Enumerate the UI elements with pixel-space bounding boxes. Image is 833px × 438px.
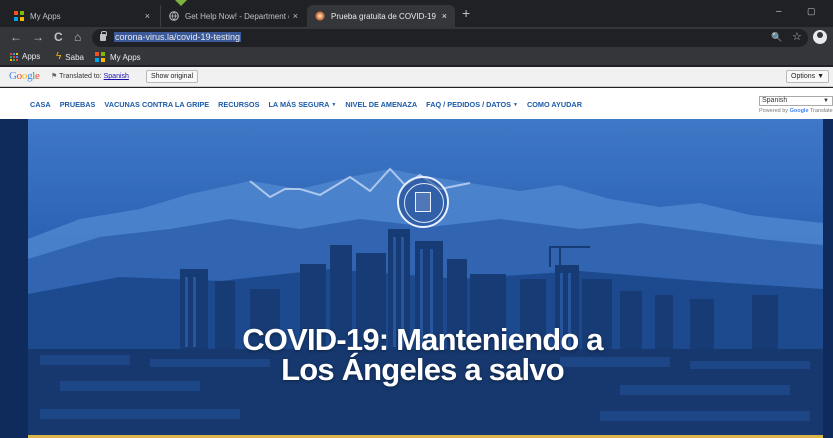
address-bar[interactable]: corona-virus.la/covid-19-testing 🔍 ☆ [92, 29, 808, 47]
close-tab-icon[interactable]: × [442, 11, 447, 21]
nav-como-ayudar[interactable]: COMO AYUDAR [527, 100, 582, 109]
bookmark-label: Saba [65, 52, 84, 62]
profile-avatar-icon[interactable] [813, 30, 827, 44]
bookmark-my-apps[interactable]: My Apps [95, 52, 141, 63]
nav-nivel-de-amenaza[interactable]: NIVEL DE AMENAZA [345, 100, 417, 109]
close-tab-icon[interactable]: × [145, 11, 150, 21]
bookmarks-bar: Apps ϟ Saba My Apps [0, 49, 833, 66]
tab-get-help-now[interactable]: Get Help Now! - Department of I × [160, 5, 306, 27]
tab-covid-testing[interactable]: Prueba gratuita de COVID-19 | Co × [307, 5, 455, 27]
tab-label: My Apps [30, 11, 61, 21]
bookmark-apps[interactable]: Apps [10, 52, 40, 61]
nav-pruebas[interactable]: PRUEBAS [60, 100, 96, 109]
translate-icon: ⚑ [51, 73, 58, 80]
tab-my-apps[interactable]: My Apps × [6, 5, 158, 27]
chevron-down-icon: ▼ [823, 98, 829, 104]
bookmark-saba[interactable]: ϟ Saba [56, 52, 84, 62]
nav-casa[interactable]: CASA [30, 100, 51, 109]
site-favicon-icon [315, 11, 325, 21]
nav-recursos[interactable]: RECURSOS [218, 100, 259, 109]
google-logo: Google [9, 70, 40, 82]
translate-status: ⚑ Translated to: Spanish [51, 72, 129, 80]
hero-title-line-1: COVID-19: Manteniendo a [242, 322, 603, 357]
city-skyline-illustration [28, 167, 823, 438]
microsoft-icon [14, 11, 24, 21]
nav-la-mas-segura[interactable]: LA MÁS SEGURA ▼ [268, 100, 336, 109]
forward-button[interactable]: → [32, 30, 44, 44]
bookmark-label: My Apps [110, 53, 141, 62]
chevron-down-icon: ▼ [513, 102, 518, 108]
nav-faq[interactable]: FAQ / PEDIDOS / DATOS ▼ [426, 100, 518, 109]
minimize-window-button[interactable]: – [776, 6, 782, 17]
saba-icon: ϟ [56, 51, 62, 62]
chevron-down-icon: ▼ [331, 102, 337, 108]
language-select[interactable]: Spanish ▼ [759, 96, 833, 106]
apps-grid-icon [10, 52, 18, 61]
hero-title: COVID-19: Manteniendo a Los Ángeles a sa… [0, 322, 833, 387]
show-original-button[interactable]: Show original [146, 70, 199, 83]
hero-title-line-2: Los Ángeles a salvo [281, 352, 565, 387]
bookmark-label: Apps [22, 52, 41, 61]
browser-toolbar: ← → C ⌂ corona-virus.la/covid-19-testing… [0, 27, 833, 49]
home-button[interactable]: ⌂ [74, 30, 81, 44]
site-navigation: CASA PRUEBAS VACUNAS CONTRA LA GRIPE REC… [0, 88, 833, 119]
url-text[interactable]: corona-virus.la/covid-19-testing [114, 32, 242, 42]
new-tab-button[interactable]: + [462, 5, 470, 21]
browser-tab-strip: My Apps × Get Help Now! - Department of … [0, 0, 833, 27]
powered-by-google-translate[interactable]: Powered by Google Translate [759, 108, 833, 114]
globe-icon [169, 11, 179, 21]
translated-to-label: Translated to: [59, 73, 102, 80]
restore-window-button[interactable]: ▢ [807, 6, 816, 17]
tab-label: Prueba gratuita de COVID-19 | Co [331, 11, 438, 21]
microsoft-icon [95, 52, 106, 63]
google-translate-bar: Google ⚑ Translated to: Spanish Show ori… [0, 67, 833, 87]
close-tab-icon[interactable]: × [293, 11, 298, 21]
lock-icon[interactable] [100, 31, 107, 41]
translate-language-link[interactable]: Spanish [104, 73, 129, 80]
bookmark-star-icon[interactable]: ☆ [792, 30, 802, 43]
search-icon[interactable]: 🔍 [771, 32, 782, 43]
hero-banner: COVID-19: Manteniendo a Los Ángeles a sa… [0, 119, 833, 438]
city-seal-logo [397, 176, 449, 228]
back-button[interactable]: ← [10, 30, 22, 44]
reload-button[interactable]: C [54, 30, 63, 44]
nav-vacunas[interactable]: VACUNAS CONTRA LA GRIPE [104, 100, 209, 109]
translate-options-button[interactable]: Options ▼ [786, 70, 829, 83]
tab-label: Get Help Now! - Department of I [185, 11, 289, 21]
